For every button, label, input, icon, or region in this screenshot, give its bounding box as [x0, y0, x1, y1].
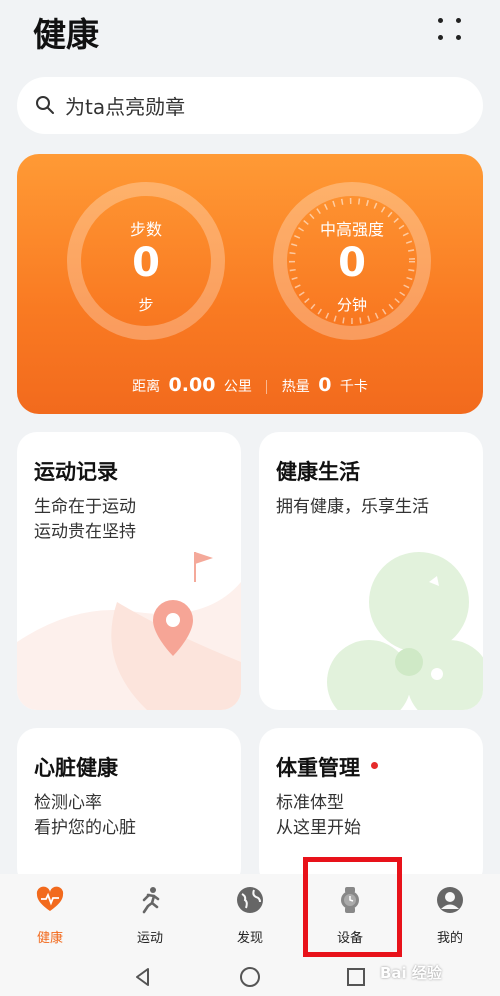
card-subtitle: 从这里开始	[276, 818, 361, 838]
tab-label: 运动	[136, 931, 163, 946]
tab-label: 我的	[436, 931, 463, 946]
heart-health-card[interactable]: 心脏健康 检测心率 看护您的心脏	[17, 728, 241, 888]
home-icon[interactable]	[239, 966, 261, 988]
notification-dot	[371, 762, 378, 769]
card-subtitle: 生命在于运动	[34, 497, 136, 517]
exercise-record-card[interactable]: 运动记录 生命在于运动 运动贵在坚持	[17, 432, 241, 710]
activity-stats: 距离 0.00 公里 热量 0 千卡	[17, 374, 483, 396]
bottom-tab-bar: 健康 运动 发现 设备 我的	[0, 874, 500, 958]
recents-icon[interactable]	[346, 967, 366, 987]
globe-icon	[237, 887, 263, 913]
route-illustration	[17, 552, 241, 710]
distance-value: 0.00	[168, 374, 216, 396]
more-menu-button[interactable]	[432, 14, 468, 44]
calories-value: 0	[318, 374, 332, 396]
person-icon	[437, 887, 463, 913]
steps-unit: 步	[138, 296, 154, 314]
watermark: Bai 经验	[380, 964, 442, 982]
search-bar[interactable]: 为ta点亮勋章	[17, 77, 483, 134]
intensity-unit: 分钟	[336, 296, 367, 314]
card-subtitle: 标准体型	[276, 793, 344, 813]
heart-pulse-icon	[36, 886, 64, 911]
card-subtitle: 拥有健康，乐享生活	[276, 497, 429, 517]
search-placeholder: 为ta点亮勋章	[65, 95, 186, 119]
card-title: 运动记录	[34, 460, 118, 484]
back-icon[interactable]	[133, 967, 153, 987]
steps-value: 0	[132, 240, 160, 286]
card-title: 健康生活	[276, 460, 360, 484]
clover-illustration	[327, 552, 483, 710]
tab-label: 发现	[236, 931, 263, 946]
running-icon	[142, 887, 160, 914]
calories-label: 热量	[281, 379, 310, 395]
intensity-value: 0	[338, 240, 366, 286]
calories-unit: 千卡	[339, 379, 368, 395]
system-navigation-bar: Bai 经验	[0, 958, 500, 996]
activity-summary-card[interactable]: 步数 0 步 中高强度 0 分钟 距离 0.00 公里 热量 0 千卡	[17, 154, 483, 414]
intensity-label: 中高强度	[319, 220, 384, 239]
card-subtitle: 看护您的心脏	[34, 818, 136, 838]
tab-profile[interactable]: 我的	[400, 874, 500, 958]
tab-health[interactable]: 健康	[0, 874, 100, 958]
search-icon	[36, 96, 54, 114]
distance-label: 距离	[132, 379, 161, 395]
card-title: 心脏健康	[34, 756, 118, 780]
page-title: 健康	[33, 15, 99, 54]
app-header: 健康	[0, 0, 500, 70]
card-subtitle: 检测心率	[34, 793, 102, 813]
card-subtitle: 运动贵在坚持	[34, 522, 136, 542]
highlight-box	[303, 857, 402, 957]
distance-unit: 公里	[223, 379, 252, 395]
stats-divider	[266, 380, 268, 394]
card-title: 体重管理	[276, 756, 360, 780]
steps-label: 步数	[129, 220, 162, 239]
tab-exercise[interactable]: 运动	[100, 874, 200, 958]
tab-discover[interactable]: 发现	[200, 874, 300, 958]
tab-label: 健康	[36, 931, 63, 946]
healthy-life-card[interactable]: 健康生活 拥有健康，乐享生活	[259, 432, 483, 710]
